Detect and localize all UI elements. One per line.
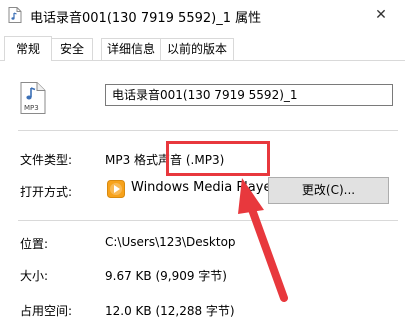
size-value: 9.67 KB (9,909 字节)	[105, 269, 227, 283]
close-icon: ✕	[375, 7, 387, 23]
mp3-file-icon: MP3	[20, 82, 46, 114]
size-label: 大小:	[20, 269, 49, 283]
tab-general[interactable]: 常规	[4, 36, 52, 61]
file-name-field[interactable]: 电话录音001(130 7919 5592)_1	[105, 84, 393, 106]
size-on-disk-value: 12.0 KB (12,288 字节)	[105, 304, 235, 318]
window-title: 电话录音001(130 7919 5592)_1 属性	[30, 11, 262, 26]
divider	[18, 130, 398, 131]
tab-details[interactable]: 详细信息	[101, 38, 161, 60]
file-type-label: 文件类型:	[20, 153, 73, 167]
tab-security[interactable]: 安全	[51, 38, 93, 60]
media-player-icon	[107, 180, 125, 198]
title-bar: 电话录音001(130 7919 5592)_1 属性 ✕	[0, 0, 405, 30]
divider	[18, 220, 398, 221]
location-label: 位置:	[20, 237, 49, 251]
size-on-disk-label: 占用空间:	[20, 304, 73, 318]
mp3-icon-text: MP3	[24, 104, 39, 112]
opens-with-label: 打开方式:	[20, 185, 73, 199]
change-button[interactable]: 更改(C)...	[268, 177, 389, 204]
tab-previous-versions[interactable]: 以前的版本	[160, 38, 234, 60]
opens-with-app: Windows Media Player	[131, 180, 273, 195]
location-value: C:\Users\123\Desktop	[105, 235, 236, 249]
file-icon	[8, 7, 22, 23]
annotation-highlight-box	[166, 141, 270, 176]
close-button[interactable]: ✕	[361, 2, 401, 28]
